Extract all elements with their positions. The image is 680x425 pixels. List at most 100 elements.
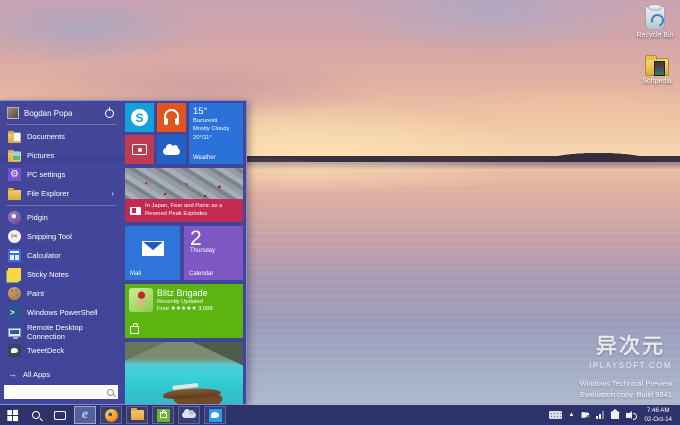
taskbar: e ▲ 7:46 AM 02-Oct-14: [0, 405, 680, 425]
sidebar-item-windows-powershell[interactable]: > Windows PowerShell: [0, 303, 122, 322]
tile-onedrive[interactable]: [157, 135, 186, 164]
game-rating: Free ★★★★★ 3,088: [157, 306, 213, 312]
skype-icon: S: [125, 103, 154, 132]
sidebar-item-label: File Explorer: [27, 189, 69, 198]
search-icon: [32, 411, 40, 419]
sidebar-item-pc-settings[interactable]: ⚙ PC settings: [0, 165, 122, 184]
windows-logo-icon: [7, 409, 18, 420]
desktop-icon-recycle-bin[interactable]: Recycle Bin: [626, 6, 680, 39]
sidebar-item-label: Paint: [27, 289, 44, 298]
watermark-line1: Windows Technical Preview: [580, 379, 672, 390]
watermark-line2: Evaluation copy. Build 9841: [580, 390, 672, 401]
store-bag-icon: [160, 412, 167, 418]
paint-palette-icon: [8, 287, 21, 300]
tile-calendar[interactable]: 2 Thursday Calendar: [184, 226, 243, 280]
tile-camera[interactable]: [125, 135, 154, 164]
tile-music[interactable]: [157, 103, 186, 132]
power-icon[interactable]: [105, 109, 114, 118]
newspaper-icon: [130, 207, 141, 215]
clock-time: 7:46 AM: [644, 406, 672, 415]
sidebar-item-label: TweetDeck: [27, 346, 64, 355]
tile-photos[interactable]: [125, 342, 243, 404]
sidebar-item-label: PC settings: [27, 170, 65, 179]
sidebar-item-pictures[interactable]: Pictures: [0, 146, 122, 165]
volume-icon[interactable]: [626, 413, 630, 418]
pidgin-icon: [8, 211, 21, 224]
desktop-icon-label: Recycle Bin: [626, 32, 680, 39]
weather-range: 20°/11°: [193, 134, 239, 142]
task-view-icon: [54, 411, 66, 420]
network-icon[interactable]: [596, 411, 604, 419]
sidebar-item-label: Sticky Notes: [27, 270, 69, 279]
game-row: Blitz Brigade Recently Updated Free ★★★★…: [129, 288, 239, 312]
internet-explorer-icon: e: [82, 408, 88, 422]
tile-weather[interactable]: 15° Bucuresti Mostly Cloudy 20°/11° Weat…: [189, 103, 243, 164]
news-headline: In Japan, Fear and Panic as a Revered Pe…: [145, 203, 238, 219]
ime-language-icon[interactable]: [611, 413, 619, 419]
game-title: Blitz Brigade: [157, 288, 213, 298]
user-name: Bogdan Popa: [24, 109, 100, 118]
tile-skype[interactable]: S: [125, 103, 154, 132]
pictures-folder-icon: [8, 152, 21, 162]
sidebar-item-tweetdeck[interactable]: TweetDeck: [0, 341, 122, 360]
tile-mail[interactable]: Mail: [125, 226, 180, 280]
tweetdeck-bird-icon: [8, 344, 21, 357]
start-menu-left-column: Bogdan Popa Documents Pictures ⚙ PC sett…: [0, 101, 122, 404]
sidebar-item-remote-desktop[interactable]: Remote Desktop Connection: [0, 322, 122, 341]
sidebar-item-snipping-tool[interactable]: ✂ Snipping Tool: [0, 227, 122, 246]
sidebar-item-label: Windows PowerShell: [27, 308, 97, 317]
scissors-icon: ✂: [8, 230, 21, 243]
iplaysoft-logo: 异次元: [589, 330, 672, 360]
folder-icon: [8, 190, 21, 200]
folder-icon: [131, 410, 144, 420]
sidebar-item-file-explorer[interactable]: File Explorer ›: [0, 184, 122, 203]
sidebar-item-pidgin[interactable]: Pidgin: [0, 208, 122, 227]
internet-explorer-taskbar-button[interactable]: e: [74, 406, 96, 424]
user-account-row[interactable]: Bogdan Popa: [0, 104, 122, 122]
camera-icon: [132, 144, 147, 155]
boat-photo: [163, 387, 221, 400]
taskbar-search-button[interactable]: [24, 405, 48, 425]
sidebar-item-label: Remote Desktop Connection: [27, 323, 114, 341]
divider: [6, 124, 116, 125]
all-apps-button[interactable]: → All Apps: [0, 366, 122, 382]
store-taskbar-button[interactable]: [152, 406, 174, 424]
start-search-input[interactable]: [4, 385, 107, 399]
onedrive-taskbar-button[interactable]: [178, 406, 200, 424]
sidebar-item-sticky-notes[interactable]: Sticky Notes: [0, 265, 122, 284]
desktop-icon-softpedia[interactable]: Softpedia: [628, 58, 680, 85]
iplaysoft-site-url: IPLAYSOFT.COM: [589, 361, 672, 370]
envelope-icon: [142, 241, 164, 256]
sidebar-item-calculator[interactable]: Calculator: [0, 246, 122, 265]
tile-news[interactable]: In Japan, Fear and Panic as a Revered Pe…: [125, 168, 243, 222]
sidebar-item-paint[interactable]: Paint: [0, 284, 122, 303]
search-icon: [107, 389, 114, 396]
taskbar-clock[interactable]: 7:46 AM 02-Oct-14: [640, 406, 676, 425]
documents-folder-icon: [8, 133, 21, 143]
sidebar-item-documents[interactable]: Documents: [0, 127, 122, 146]
all-apps-label: All Apps: [23, 370, 50, 379]
avatar: [7, 107, 19, 119]
start-search-box[interactable]: [4, 385, 118, 399]
show-hidden-icons-button[interactable]: ▲: [569, 412, 575, 418]
calculator-icon: [8, 249, 21, 262]
twitter-taskbar-button[interactable]: [204, 406, 226, 424]
taskbar-left: e: [0, 405, 228, 425]
weather-condition: Mostly Cloudy: [193, 125, 239, 133]
start-button[interactable]: [0, 405, 24, 425]
desktop-icon-label: Softpedia: [628, 78, 680, 85]
firefox-taskbar-button[interactable]: [100, 406, 122, 424]
news-banner: In Japan, Fear and Panic as a Revered Pe…: [125, 199, 243, 222]
touch-keyboard-icon[interactable]: [549, 411, 562, 419]
game-info: Blitz Brigade Recently Updated Free ★★★★…: [157, 288, 213, 312]
file-explorer-taskbar-button[interactable]: [126, 406, 148, 424]
onedrive-cloud-icon: [182, 412, 196, 418]
tile-blitz-brigade[interactable]: Blitz Brigade Recently Updated Free ★★★★…: [125, 284, 243, 338]
calendar-day: 2: [190, 227, 237, 250]
task-view-button[interactable]: [48, 405, 72, 425]
sidebar-item-label: Pictures: [27, 151, 54, 160]
store-bag-icon: [130, 326, 139, 334]
monitor-icon: [8, 328, 21, 337]
action-center-flag-icon[interactable]: [581, 412, 589, 418]
store-icon: [157, 409, 170, 422]
